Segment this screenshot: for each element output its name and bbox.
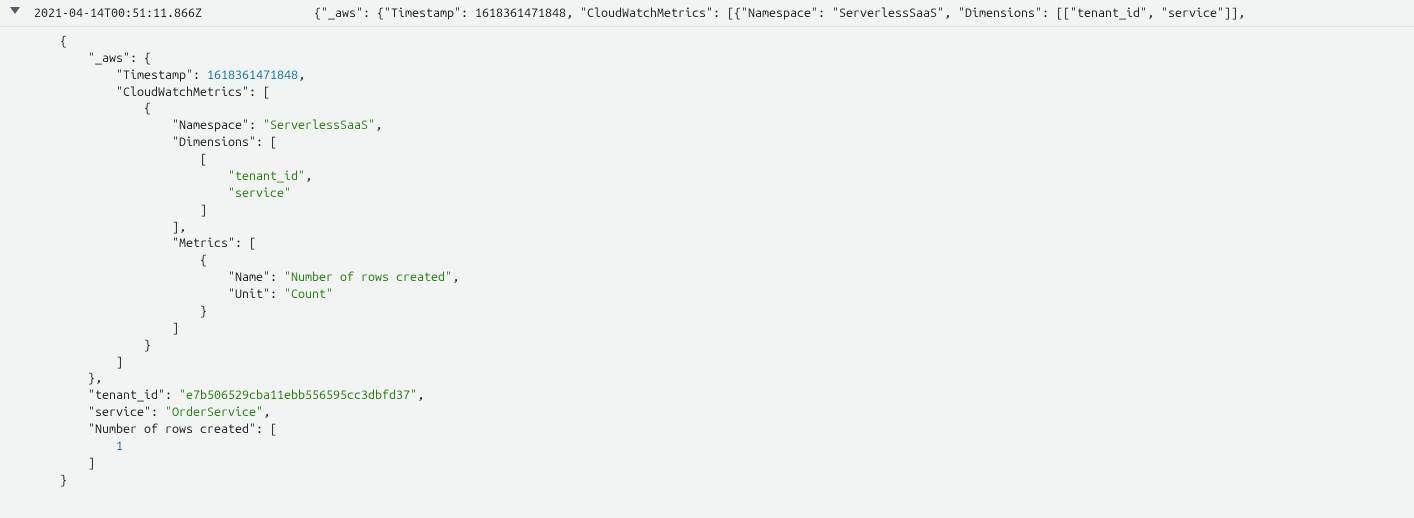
json-line: {	[60, 33, 1414, 50]
json-punct: },	[88, 371, 102, 385]
json-line: ]	[60, 202, 1414, 219]
json-key: "CloudWatchMetrics"	[116, 85, 249, 99]
json-line: "CloudWatchMetrics": [	[60, 84, 1414, 101]
json-line: }	[60, 472, 1414, 489]
json-line: ]	[60, 320, 1414, 337]
json-key: "Namespace"	[172, 118, 249, 132]
json-string-value: "tenant_id"	[228, 169, 305, 183]
json-line: }	[60, 303, 1414, 320]
json-key: "Name"	[228, 270, 270, 284]
json-line: "tenant_id": "e7b506529cba11ebb556595cc3…	[60, 387, 1414, 404]
json-punct: ]	[116, 355, 123, 369]
json-line: "service"	[60, 185, 1414, 202]
json-punct: }	[60, 473, 67, 487]
json-string-value: "Number of rows created"	[284, 270, 452, 284]
json-key: "service"	[88, 405, 151, 419]
json-line: "Metrics": [	[60, 235, 1414, 252]
json-string-value: "ServerlessSaaS"	[263, 118, 375, 132]
json-punct: :	[151, 405, 165, 419]
json-punct: ,	[375, 118, 382, 132]
json-punct: :	[270, 270, 284, 284]
json-punct: }	[200, 304, 207, 318]
json-punct: ,	[417, 388, 424, 402]
expand-toggle[interactable]	[6, 4, 34, 15]
json-line: "_aws": {	[60, 50, 1414, 67]
log-expanded-json: { "_aws": { "Timestamp": 1618361471848, …	[0, 27, 1414, 499]
json-key: "Unit"	[228, 287, 270, 301]
json-key: "tenant_id"	[88, 388, 165, 402]
json-line: "Namespace": "ServerlessSaaS",	[60, 117, 1414, 134]
log-raw-message: {"_aws": {"Timestamp": 1618361471848, "C…	[314, 4, 1414, 22]
json-line: }	[60, 337, 1414, 354]
json-line: "Name": "Number of rows created",	[60, 269, 1414, 286]
json-punct: ]	[200, 203, 207, 217]
log-timestamp: 2021-04-14T00:51:11.866Z	[34, 4, 314, 22]
json-line: "tenant_id",	[60, 168, 1414, 185]
json-punct: {	[200, 253, 207, 267]
json-line: },	[60, 370, 1414, 387]
json-punct: : [	[249, 85, 270, 99]
json-punct: : {	[130, 51, 151, 65]
json-line: "Number of rows created": [	[60, 421, 1414, 438]
json-punct: :	[270, 287, 284, 301]
json-key: "Metrics"	[172, 236, 235, 250]
json-line: "Timestamp": 1618361471848,	[60, 67, 1414, 84]
json-line: {	[60, 252, 1414, 269]
json-punct: ,	[305, 169, 312, 183]
json-punct: :	[249, 118, 263, 132]
caret-down-icon	[10, 5, 20, 15]
json-string-value: "Count"	[284, 287, 333, 301]
json-string-value: "e7b506529cba11ebb556595cc3dbfd37"	[179, 388, 417, 402]
json-punct: ,	[298, 68, 305, 82]
json-string-value: "OrderService"	[165, 405, 263, 419]
json-line: [	[60, 151, 1414, 168]
json-string-value: "service"	[228, 186, 291, 200]
json-line: "service": "OrderService",	[60, 404, 1414, 421]
json-line: {	[60, 100, 1414, 117]
json-line: ]	[60, 354, 1414, 371]
json-punct: ],	[172, 220, 186, 234]
json-key: "Number of rows created"	[88, 422, 256, 436]
json-punct: {	[60, 34, 67, 48]
json-punct: {	[144, 101, 151, 115]
json-line: 1	[60, 438, 1414, 455]
json-number-value: 1	[116, 439, 123, 453]
json-key: "Dimensions"	[172, 135, 256, 149]
json-punct: : [	[256, 422, 277, 436]
json-punct: :	[193, 68, 207, 82]
json-number-value: 1618361471848	[207, 68, 298, 82]
json-punct: : [	[235, 236, 256, 250]
json-key: "_aws"	[88, 51, 130, 65]
json-line: "Unit": "Count"	[60, 286, 1414, 303]
json-line: ],	[60, 219, 1414, 236]
json-punct: : [	[256, 135, 277, 149]
json-line: ]	[60, 455, 1414, 472]
json-key: "Timestamp"	[116, 68, 193, 82]
json-punct: [	[200, 152, 207, 166]
json-punct: ]	[172, 321, 179, 335]
json-punct: }	[144, 338, 151, 352]
json-punct: ,	[263, 405, 270, 419]
log-event-row: 2021-04-14T00:51:11.866Z {"_aws": {"Time…	[0, 0, 1414, 27]
json-punct: ,	[452, 270, 459, 284]
json-line: "Dimensions": [	[60, 134, 1414, 151]
json-punct: :	[165, 388, 179, 402]
json-punct: ]	[88, 456, 95, 470]
